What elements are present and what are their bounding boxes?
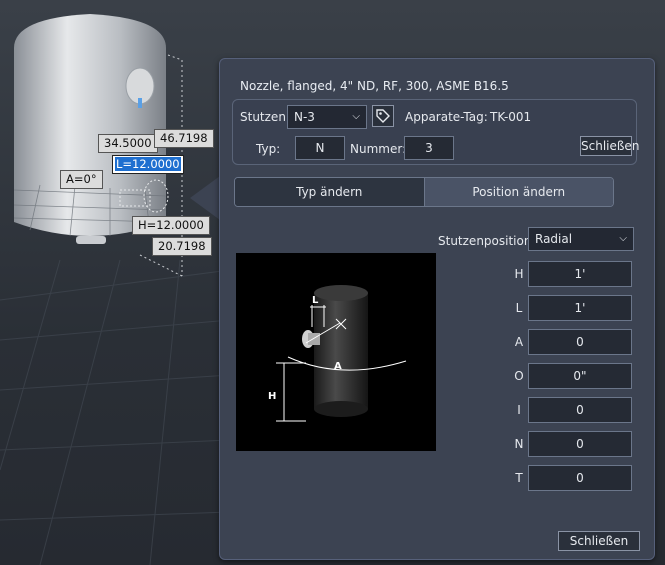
param-field-h[interactable]: 1' (528, 261, 632, 287)
length-dimension-value: L=12.0000 (115, 157, 181, 171)
tab-typ-aendern[interactable]: Typ ändern (235, 178, 425, 206)
close-top-button[interactable]: Schließen (580, 136, 639, 156)
param-field-n[interactable]: 0 (528, 431, 632, 457)
nummer-field[interactable]: 3 (404, 136, 454, 160)
param-field-l[interactable]: 1' (528, 295, 632, 321)
nozzle-diagram: A H L (268, 285, 407, 422)
param-label-l: L (515, 301, 523, 315)
angle-dimension-label: A=0° (60, 170, 103, 189)
stutzenposition-label: Stutzenposition: (438, 234, 536, 248)
length-dimension-input[interactable]: L=12.0000 (112, 155, 184, 174)
panel-title: Nozzle, flanged, 4" ND, RF, 300, ASME B1… (240, 79, 509, 93)
stutzenposition-value: Radial (535, 232, 573, 246)
nummer-label: Nummer: (350, 142, 407, 156)
param-label-t: T (515, 471, 523, 485)
preview-label-l: L (312, 295, 319, 306)
param-field-a[interactable]: 0 (528, 329, 632, 355)
preview-label-a: A (334, 361, 342, 372)
stutzen-label: Stutzen: (240, 110, 290, 124)
param-field-i[interactable]: 0 (528, 397, 632, 423)
param-label-a: A (514, 335, 524, 349)
panel-pointer (190, 176, 220, 220)
stutzen-select[interactable]: N-3 ⌵ (287, 105, 367, 129)
dimension-label-2: 46.7198 (154, 129, 214, 148)
param-label-o: O (514, 369, 524, 383)
dimension-label-3: 20.7198 (152, 237, 212, 256)
tag-button[interactable] (372, 105, 394, 127)
stutzen-value: N-3 (294, 110, 315, 124)
typ-label: Typ: (256, 142, 281, 156)
param-label-h: H (514, 267, 524, 281)
tag-icon (376, 109, 390, 123)
tab-position-aendern[interactable]: Position ändern (424, 178, 613, 206)
nozzle-preview-image: A H L (236, 253, 436, 451)
dimension-label-1: 34.5000 (98, 134, 158, 153)
typ-field[interactable]: N (295, 136, 345, 160)
nozzle-edit-panel: Nozzle, flanged, 4" ND, RF, 300, ASME B1… (219, 58, 655, 560)
param-field-t[interactable]: 0 (528, 465, 632, 491)
param-label-n: N (514, 437, 524, 451)
close-bottom-button[interactable]: Schließen (558, 531, 640, 551)
mode-tabs: Typ ändern Position ändern (234, 177, 614, 207)
chevron-down-icon: ⌵ (352, 111, 360, 122)
param-label-i: I (517, 403, 521, 417)
apparate-tag-label: Apparate-Tag: (405, 110, 488, 124)
param-field-o[interactable]: 0" (528, 363, 632, 389)
apparate-tag-value: TK-001 (490, 110, 532, 124)
preview-label-h: H (268, 391, 276, 402)
stutzenposition-select[interactable]: Radial ⌵ (528, 227, 634, 251)
chevron-down-icon: ⌵ (619, 233, 627, 244)
